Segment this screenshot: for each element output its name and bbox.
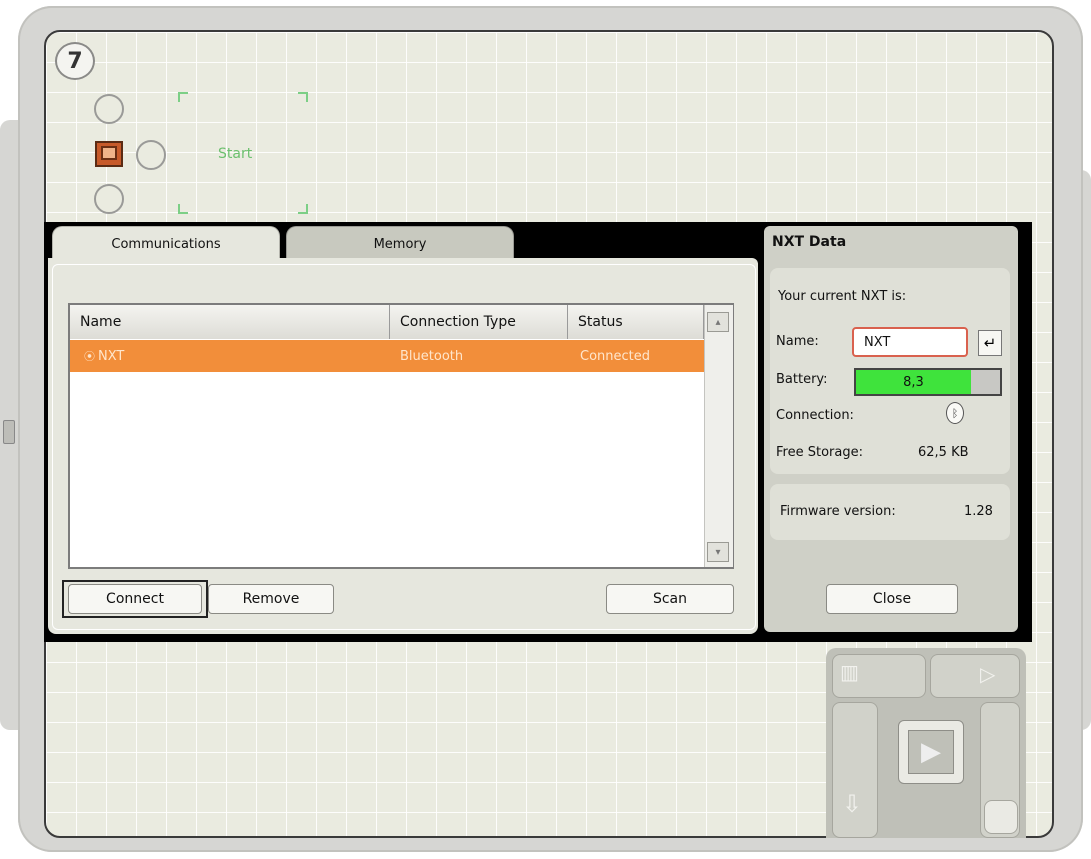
start-block-inner [101, 146, 117, 160]
enter-icon[interactable]: ↵ [978, 330, 1002, 356]
firmware-label: Firmware version: [780, 504, 896, 519]
column-header-status[interactable]: Status [568, 305, 704, 339]
arrow-down-icon: ⇩ [842, 790, 863, 818]
resize-handle[interactable] [3, 420, 15, 444]
nxt-data-title: NXT Data [772, 234, 847, 250]
device-row-icon: ⦿ [84, 350, 95, 363]
column-header-name[interactable]: Name [70, 305, 390, 339]
stop-button[interactable] [984, 800, 1018, 834]
battery-label: Battery: [776, 372, 828, 387]
scroll-up-button[interactable]: ▴ [707, 312, 729, 332]
download-button[interactable] [930, 654, 1020, 698]
sequence-connector-top [94, 94, 124, 124]
nxt-brick-icon: ▥ [840, 660, 859, 684]
scan-button[interactable]: Scan [606, 584, 734, 614]
nxt-name-input[interactable]: NXT [852, 327, 968, 357]
device-row-status: Connected [580, 348, 651, 364]
name-label: Name: [776, 334, 819, 349]
tab-memory[interactable]: Memory [286, 226, 514, 262]
column-header-connection-type[interactable]: Connection Type [390, 305, 568, 339]
current-nxt-label: Your current NXT is: [778, 289, 907, 304]
connection-label: Connection: [776, 408, 854, 423]
start-label: Start [218, 146, 253, 162]
tab-communications[interactable]: Communications [52, 226, 280, 262]
sequence-bracket-tr [298, 92, 308, 102]
bluetooth-icon: ᛒ [946, 402, 964, 424]
device-row-connection-type: Bluetooth [400, 348, 464, 364]
device-list-scrollbar[interactable] [704, 305, 733, 567]
sequence-connector-bottom [94, 184, 124, 214]
download-icon: ▷ [980, 662, 996, 686]
play-icon: ▶ [908, 730, 954, 774]
sequence-bracket-br [298, 204, 308, 214]
remove-button[interactable]: Remove [208, 584, 334, 614]
connect-button[interactable]: Connect [68, 584, 202, 614]
sequence-connector-right [136, 140, 166, 170]
device-row-name: NXT [98, 348, 125, 364]
scroll-down-button[interactable]: ▾ [707, 542, 729, 562]
sequence-bracket-bl [178, 204, 188, 214]
battery-value: 8,3 [856, 370, 971, 394]
step-number-badge: 7 [55, 42, 95, 80]
close-button[interactable]: Close [826, 584, 958, 614]
free-storage-label: Free Storage: [776, 445, 863, 460]
firmware-value: 1.28 [964, 504, 993, 519]
free-storage-value: 62,5 KB [918, 445, 969, 460]
sequence-bracket-tl [178, 92, 188, 102]
